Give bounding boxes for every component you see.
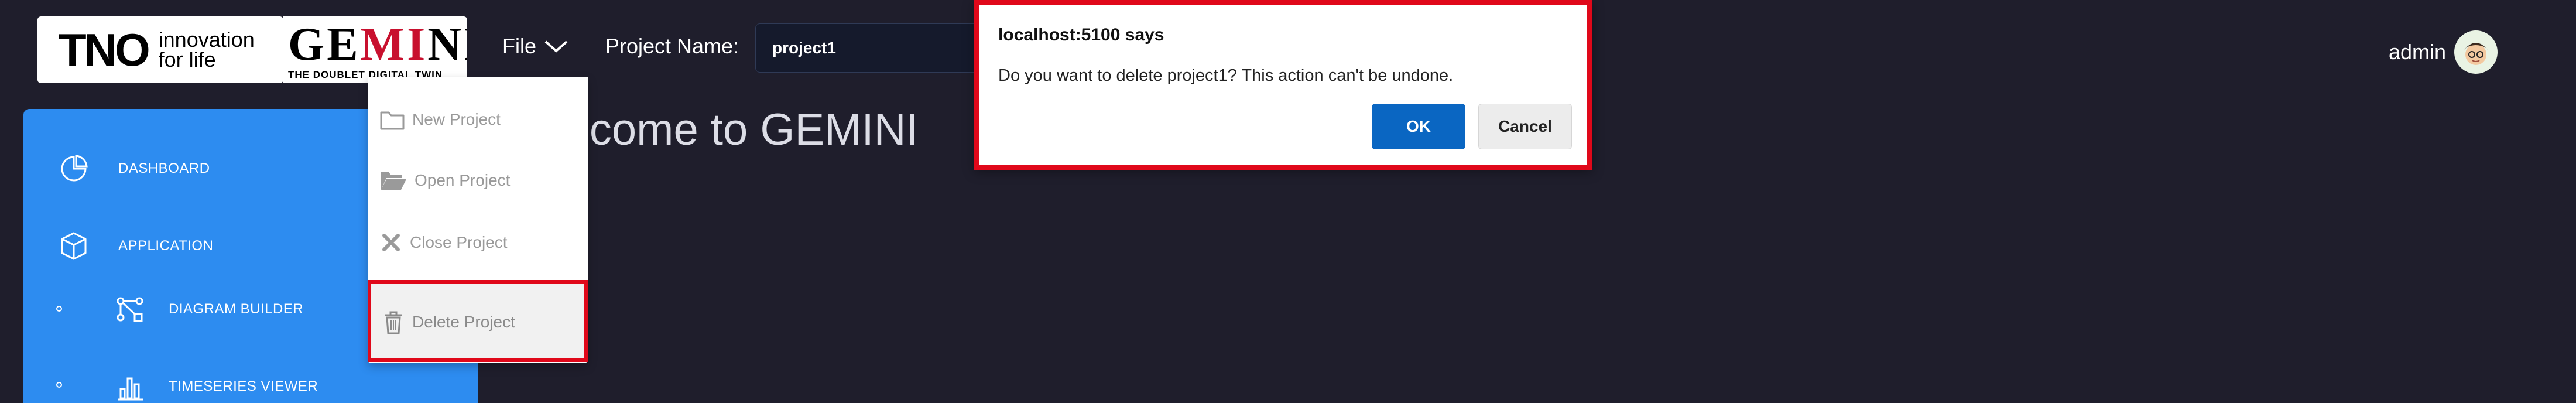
project-name-input[interactable]	[755, 23, 1001, 73]
bullet-dot	[56, 382, 62, 388]
sidebar-item-diagram-builder[interactable]: DIAGRAM BUILDER	[114, 293, 303, 326]
menu-item-label: Close Project	[410, 233, 508, 251]
gemini-logo-word: GEMINI	[288, 19, 467, 70]
welcome-heading: lcome to GEMINI	[580, 105, 919, 155]
confirm-dialog: localhost:5100 says Do you want to delet…	[974, 0, 1592, 170]
diagram-icon	[114, 293, 146, 326]
file-menu-button[interactable]: File	[502, 34, 569, 59]
cube-icon	[57, 230, 90, 262]
user-name: admin	[2389, 40, 2447, 64]
chevron-down-icon	[544, 40, 568, 53]
sidebar-item-application[interactable]: APPLICATION	[57, 230, 213, 262]
bullet-dot	[56, 306, 62, 312]
sidebar-item-label: DIAGRAM BUILDER	[169, 301, 304, 317]
sidebar-item-label: APPLICATION	[118, 238, 214, 254]
project-name-label: Project Name:	[605, 34, 739, 58]
trash-icon	[385, 311, 402, 334]
menu-item-label: Open Project	[415, 171, 511, 189]
gemini-logo: GEMINI THE DOUBLET DIGITAL TWIN	[283, 16, 467, 83]
sidebar-item-dashboard[interactable]: DASHBOARD	[57, 152, 210, 185]
tno-logo-mark: TNO	[59, 23, 150, 76]
dialog-title: localhost:5100 says	[998, 25, 1164, 45]
app-page: TNO innovation for life GEMINI THE DOUBL…	[0, 0, 2576, 403]
bar-chart-icon	[114, 370, 146, 403]
menu-item-new-project[interactable]: New Project	[379, 108, 501, 131]
sidebar-item-label: DASHBOARD	[118, 160, 210, 176]
menu-item-delete-project-content: Delete Project	[382, 309, 515, 335]
folder-open-icon	[381, 172, 406, 190]
avatar	[2454, 30, 2498, 74]
pie-chart-icon	[57, 152, 90, 185]
user-avatar-icon	[2464, 43, 2488, 65]
menu-item-label: Delete Project	[412, 313, 515, 331]
menu-item-close-project[interactable]: Close Project	[379, 231, 508, 254]
tno-tagline: innovation for life	[158, 29, 255, 71]
tno-tagline-line2: for life	[158, 47, 216, 71]
sidebar-item-timeseries-viewer[interactable]: TIMESERIES VIEWER	[114, 370, 318, 403]
dialog-message: Do you want to delete project1? This act…	[998, 66, 1454, 85]
user-menu[interactable]: admin	[2389, 30, 2498, 74]
menu-item-delete-project[interactable]: Delete Project	[368, 280, 588, 362]
ok-button[interactable]: OK	[1372, 104, 1465, 149]
cancel-button[interactable]: Cancel	[1478, 104, 1572, 149]
folder-icon	[380, 111, 405, 130]
menu-item-label: New Project	[412, 110, 501, 128]
tno-logo: TNO innovation for life	[37, 16, 283, 83]
file-menu-label: File	[502, 34, 537, 58]
close-x-icon	[382, 234, 400, 251]
menu-item-open-project[interactable]: Open Project	[379, 169, 510, 192]
sidebar-item-label: TIMESERIES VIEWER	[169, 378, 318, 394]
